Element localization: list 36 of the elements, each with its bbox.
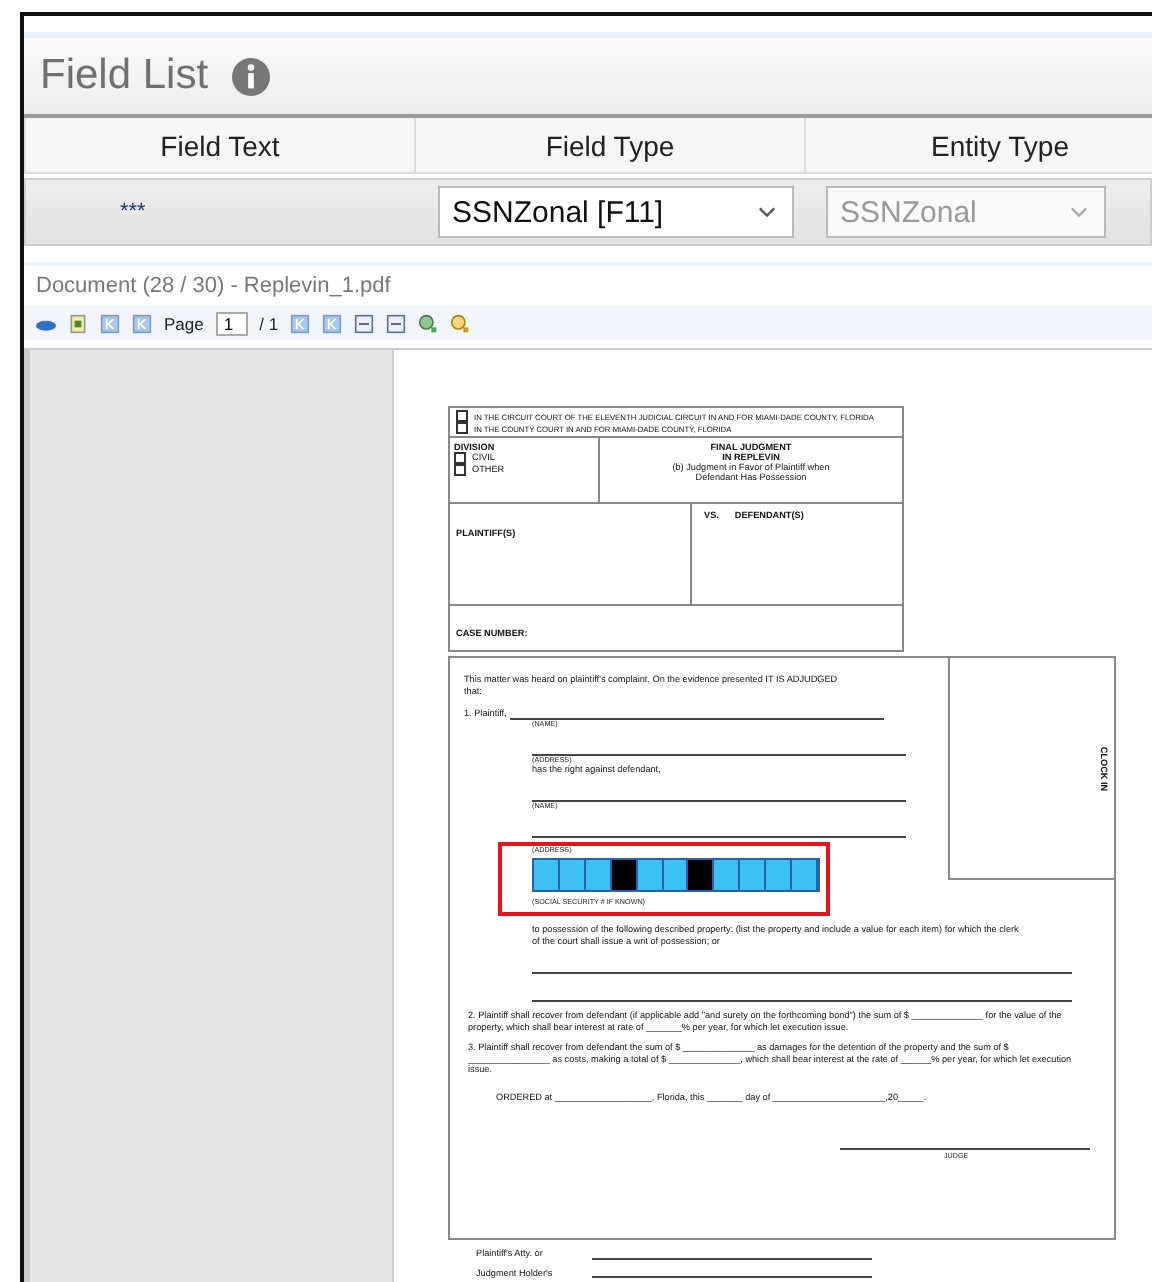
chevron-down-icon: [758, 206, 776, 218]
zoom-out-icon[interactable]: [450, 313, 471, 333]
next-page-icon[interactable]: [290, 313, 311, 333]
page-total: / 1: [259, 313, 279, 333]
column-header[interactable]: Field Type: [416, 118, 806, 172]
fill-in-line[interactable]: [532, 835, 906, 838]
panel-title: Field List: [40, 52, 209, 100]
fill-in-line[interactable]: [532, 799, 906, 802]
image-icon[interactable]: [68, 313, 88, 333]
previous-page-icon[interactable]: [132, 313, 152, 333]
page-label: Page: [164, 313, 204, 333]
field-text-cell-text: ***: [118, 200, 148, 224]
signature-line[interactable]: [840, 1147, 1090, 1150]
last-page-icon[interactable]: [322, 313, 343, 333]
checkbox[interactable]: [454, 464, 466, 476]
table-row[interactable]: *** SSNZonal [F11] SSNZonal: [24, 178, 1152, 246]
fill-in-line[interactable]: [592, 1276, 872, 1279]
info-icon[interactable]: [232, 57, 271, 95]
checkbox[interactable]: [454, 452, 466, 464]
chevron-down-icon: [1070, 206, 1088, 218]
field-type-dropdown[interactable]: SSNZonal [F11]: [438, 186, 794, 238]
zoom-in-icon[interactable]: [418, 313, 439, 333]
checkbox[interactable]: [456, 422, 468, 434]
fill-in-line[interactable]: [532, 1000, 1072, 1003]
checkbox[interactable]: [456, 410, 468, 422]
fill-in-line[interactable]: [532, 972, 1072, 975]
fill-in-line[interactable]: [592, 1257, 872, 1260]
column-header[interactable]: Entity Type: [806, 118, 1152, 172]
fit-width-icon[interactable]: [354, 313, 375, 333]
first-page-icon[interactable]: [100, 313, 120, 333]
fill-in-line[interactable]: [510, 718, 885, 721]
fit-height-icon[interactable]: [386, 313, 407, 333]
page-input[interactable]: 1: [215, 311, 248, 335]
ssn-field[interactable]: [532, 857, 820, 892]
column-header[interactable]: Field Text: [26, 118, 416, 172]
fill-in-line[interactable]: [532, 754, 906, 757]
